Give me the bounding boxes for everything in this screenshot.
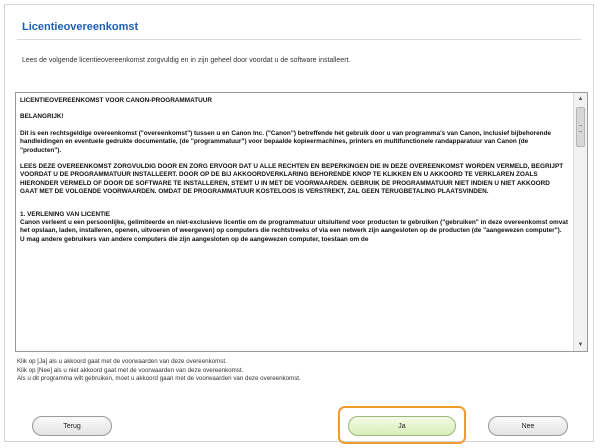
section1-body: Canon verleent u een persoonlijke, gelim… bbox=[20, 219, 568, 235]
scroll-thumb[interactable] bbox=[576, 107, 585, 147]
scroll-down-arrow-icon[interactable]: ▼ bbox=[574, 339, 587, 351]
title-divider bbox=[17, 39, 581, 40]
license-heading: LICENTIEOVEREENKOMST VOOR CANON-PROGRAMM… bbox=[20, 97, 212, 104]
no-button[interactable]: Nee bbox=[488, 416, 568, 436]
section1-title: 1. VERLENING VAN LICENTIE bbox=[20, 210, 111, 218]
license-important: BELANGRIJK! bbox=[20, 113, 64, 121]
note-must-agree: Als u dit programma wilt gebruiken, moet… bbox=[17, 375, 301, 383]
license-text: LICENTIEOVEREENKOMST VOOR CANON-PROGRAMM… bbox=[20, 97, 569, 349]
dialog-title: Licentieovereenkomst bbox=[22, 21, 139, 33]
back-button[interactable]: Terug bbox=[32, 416, 112, 436]
scroll-up-arrow-icon[interactable]: ▲ bbox=[574, 93, 587, 105]
note-no: Klik op [Nee] als u niet akkoord gaat me… bbox=[17, 366, 244, 374]
license-para1: Dit is een rechtsgeldige overeenkomst ("… bbox=[20, 129, 552, 154]
note-yes: Klik op [Ja] als u akkoord gaat met de v… bbox=[17, 358, 227, 365]
license-textbox[interactable]: LICENTIEOVEREENKOMST VOOR CANON-PROGRAMM… bbox=[15, 92, 588, 352]
section1-cont: U mag andere gebruikers van andere compu… bbox=[20, 235, 369, 243]
vertical-scrollbar[interactable]: ▲ ▼ bbox=[573, 93, 587, 351]
license-para2: LEES DEZE OVEREENKOMST ZORGVULDIG DOOR E… bbox=[20, 163, 564, 196]
instruction-text: Lees de volgende licentieovereenkomst zo… bbox=[22, 57, 351, 64]
yes-button[interactable]: Ja bbox=[348, 416, 456, 436]
agreement-notes: Klik op [Ja] als u akkoord gaat met de v… bbox=[17, 358, 301, 384]
